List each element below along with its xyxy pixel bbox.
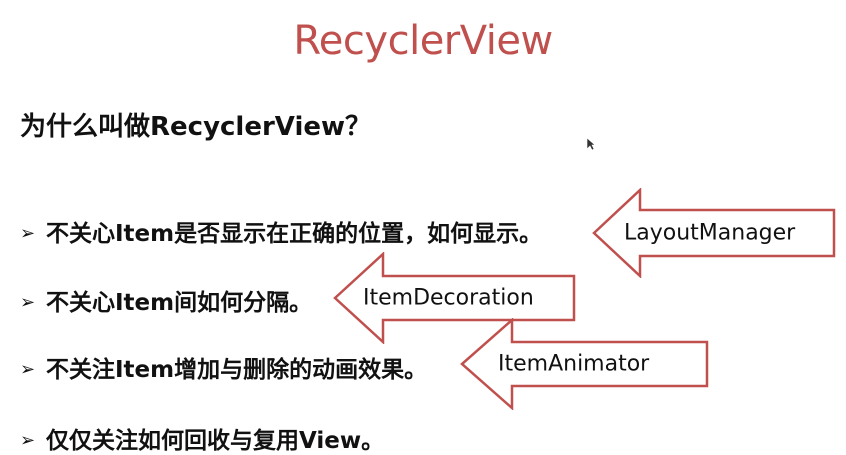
- bullet-arrow-icon: ➢: [20, 359, 36, 380]
- slide-question: 为什么叫做RecyclerView？: [20, 112, 372, 142]
- arrow-label: LayoutManager: [624, 220, 796, 246]
- callout-arrow-itemanimator: ItemAnimator: [460, 318, 710, 410]
- arrow-label: ItemDecoration: [363, 285, 534, 311]
- bullet-item-2: ➢ 不关心Item间如何分隔。: [20, 283, 312, 317]
- slide-title: RecyclerView: [293, 18, 553, 64]
- bullet-arrow-icon: ➢: [20, 430, 36, 451]
- bullet-item-4: ➢ 仅仅关注如何回收与复用View。: [20, 421, 384, 455]
- bullet-text: 不关心Item间如何分隔。: [46, 290, 313, 316]
- bullet-arrow-icon: ➢: [20, 292, 36, 313]
- bullet-text: 不关心Item是否显示在正确的位置，如何显示。: [46, 221, 543, 247]
- bullet-arrow-icon: ➢: [20, 223, 36, 244]
- mouse-pointer-icon: [586, 136, 596, 155]
- bullet-item-1: ➢ 不关心Item是否显示在正确的位置，如何显示。: [20, 214, 542, 248]
- bullet-text: 不关注Item增加与删除的动画效果。: [46, 357, 428, 383]
- bullet-item-3: ➢ 不关注Item增加与删除的动画效果。: [20, 350, 427, 384]
- bullet-text: 仅仅关注如何回收与复用View。: [46, 428, 385, 454]
- arrow-label: ItemAnimator: [498, 351, 650, 377]
- callout-arrow-layoutmanager: LayoutManager: [592, 188, 836, 278]
